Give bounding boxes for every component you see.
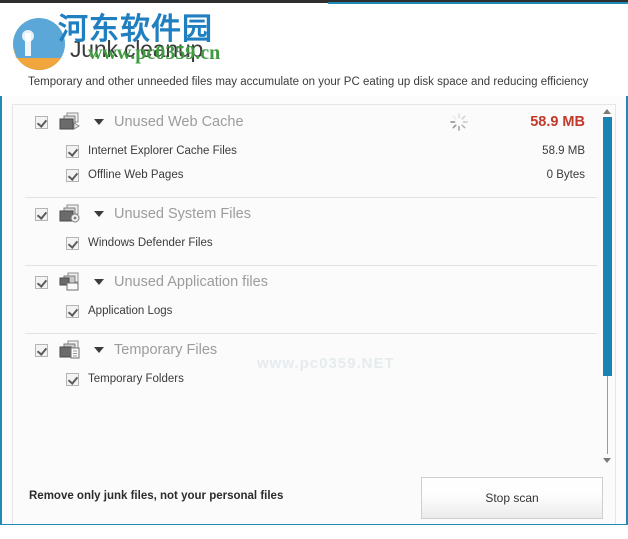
scan-group-checkbox[interactable] <box>35 275 48 289</box>
scan-results-list: Unused Web Cache 58.9 MB Internet Explor… <box>13 105 599 466</box>
junk-cleanup-window: Junk cleanup 河东软件园 www.pc0359.cn Tempora… <box>0 0 628 539</box>
scan-group-size: 58.9 MB <box>530 114 585 130</box>
chevron-down-icon[interactable] <box>94 211 104 217</box>
scan-group-checkbox[interactable] <box>35 343 48 357</box>
scan-group-header[interactable]: Temporary Files <box>13 333 599 367</box>
web-cache-icon <box>59 112 83 132</box>
scan-group: Temporary Files Temporary Folders <box>13 333 599 401</box>
scroll-up-arrow-icon[interactable] <box>599 105 615 117</box>
system-files-icon <box>59 204 83 224</box>
scan-item-checkbox[interactable] <box>66 304 79 318</box>
scan-item-label: Internet Explorer Cache Files <box>88 145 237 157</box>
subtitle-text: Temporary and other unneeded files may a… <box>28 76 589 88</box>
scan-group-header[interactable]: Unused System Files <box>13 197 599 231</box>
scan-results-panel: Unused Web Cache 58.9 MB Internet Explor… <box>12 104 616 466</box>
window-accent-line <box>328 2 628 4</box>
scan-item-label: Windows Defender Files <box>88 237 213 249</box>
scrollbar-thumb[interactable] <box>602 117 612 377</box>
scan-group: Unused Web Cache 58.9 MB Internet Explor… <box>13 105 599 197</box>
footer-note: Remove only junk files, not your persona… <box>29 490 284 502</box>
chevron-down-icon[interactable] <box>94 347 104 353</box>
scanning-spinner-icon <box>449 112 469 132</box>
scan-item-row[interactable]: Internet Explorer Cache Files 58.9 MB <box>13 139 599 163</box>
scan-item-label: Temporary Folders <box>88 373 184 385</box>
scan-group-checkbox[interactable] <box>35 207 48 221</box>
app-title: Junk cleanup <box>70 36 204 62</box>
scan-item-size: 0 Bytes <box>546 169 585 181</box>
scan-item-checkbox[interactable] <box>66 236 79 250</box>
scan-item-label: Application Logs <box>88 305 173 317</box>
scan-group-header[interactable]: Unused Web Cache 58.9 MB <box>13 105 599 139</box>
brand: Junk cleanup <box>22 24 203 64</box>
scroll-down-arrow-icon[interactable] <box>599 454 615 466</box>
temporary-files-icon <box>59 340 83 360</box>
scan-item-row[interactable]: Windows Defender Files <box>13 231 599 255</box>
scan-item-row[interactable]: Temporary Folders <box>13 367 599 391</box>
scan-group: Unused System Files Windows Defender Fil… <box>13 197 599 265</box>
chevron-down-icon[interactable] <box>94 119 104 125</box>
scan-item-checkbox[interactable] <box>66 144 79 158</box>
scan-group-header[interactable]: Unused Application files <box>13 265 599 299</box>
scan-group-title: Unused Web Cache <box>114 114 244 130</box>
scan-group-title: Temporary Files <box>114 342 218 358</box>
chevron-down-icon[interactable] <box>94 279 104 285</box>
scan-item-row[interactable]: Application Logs <box>13 299 599 323</box>
scan-item-checkbox[interactable] <box>66 372 79 386</box>
stop-scan-button[interactable]: Stop scan <box>421 477 603 519</box>
subtitle-bar: Temporary and other unneeded files may a… <box>0 68 628 96</box>
header: Junk cleanup 河东软件园 www.pc0359.cn <box>0 0 628 71</box>
vertical-scrollbar[interactable] <box>599 105 615 466</box>
scan-group-title: Unused System Files <box>114 206 251 222</box>
scan-item-row[interactable]: Offline Web Pages 0 Bytes <box>13 163 599 187</box>
app-logo-icon <box>22 24 66 64</box>
window-bottom-strip <box>0 524 628 539</box>
scan-group: Unused Application files Application Log… <box>13 265 599 333</box>
scan-item-size: 58.9 MB <box>542 145 585 157</box>
scrollbar-track[interactable] <box>602 117 612 454</box>
scan-group-title: Unused Application files <box>114 274 268 290</box>
application-files-icon <box>59 272 83 292</box>
scan-item-label: Offline Web Pages <box>88 169 184 181</box>
scan-group-checkbox[interactable] <box>35 115 48 129</box>
scan-item-checkbox[interactable] <box>66 168 79 182</box>
